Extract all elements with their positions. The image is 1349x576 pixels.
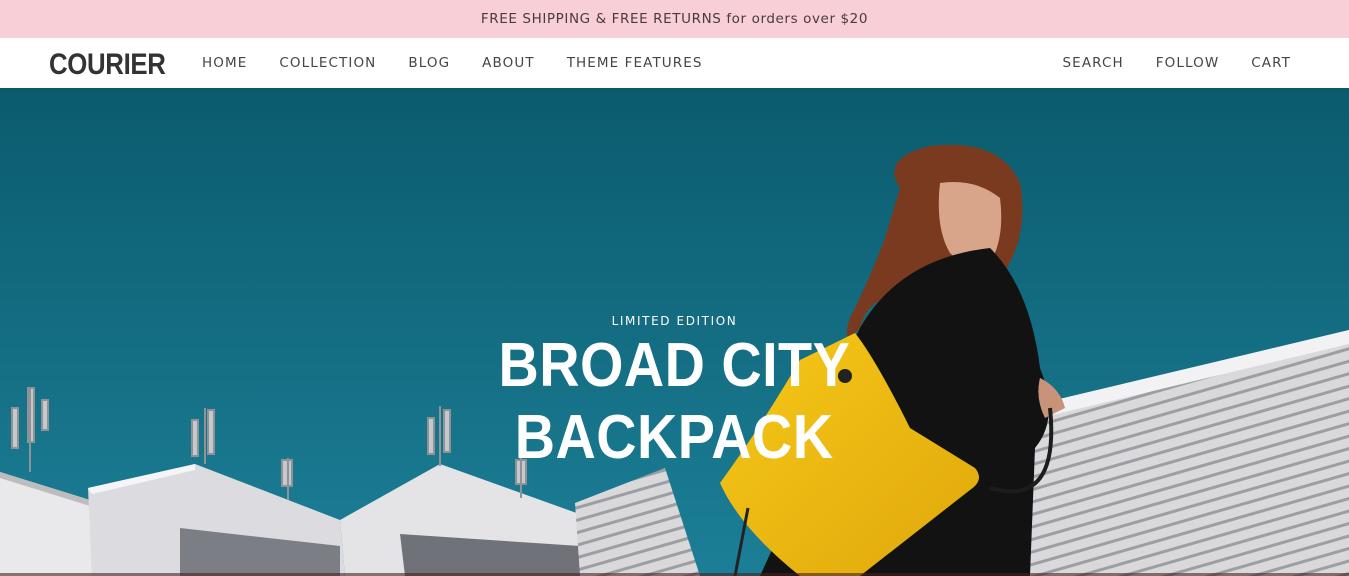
- nav-blog[interactable]: BLOG: [408, 55, 450, 71]
- nav-about[interactable]: ABOUT: [482, 55, 535, 71]
- main-nav: HOME COLLECTION BLOG ABOUT THEME FEATURE…: [202, 38, 735, 88]
- nav-theme-features[interactable]: THEME FEATURES: [567, 55, 703, 71]
- site-header: COURIER HOME COLLECTION BLOG ABOUT THEME…: [0, 38, 1349, 88]
- announcement-text: FREE SHIPPING & FREE RETURNS for orders …: [480, 11, 869, 27]
- site-logo[interactable]: COURIER: [49, 50, 166, 80]
- hero-banner[interactable]: LIMITED EDITION BROAD CITY BACKPACK: [0, 88, 1349, 576]
- nav-collection[interactable]: COLLECTION: [279, 55, 376, 71]
- utility-nav: SEARCH FOLLOW CART: [1031, 38, 1291, 88]
- nav-follow[interactable]: FOLLOW: [1156, 55, 1220, 71]
- nav-search[interactable]: SEARCH: [1063, 55, 1124, 71]
- nav-cart[interactable]: CART: [1251, 55, 1291, 71]
- nav-home[interactable]: HOME: [202, 55, 247, 71]
- hero-image: [0, 88, 1349, 576]
- announcement-bar: FREE SHIPPING & FREE RETURNS for orders …: [0, 0, 1349, 38]
